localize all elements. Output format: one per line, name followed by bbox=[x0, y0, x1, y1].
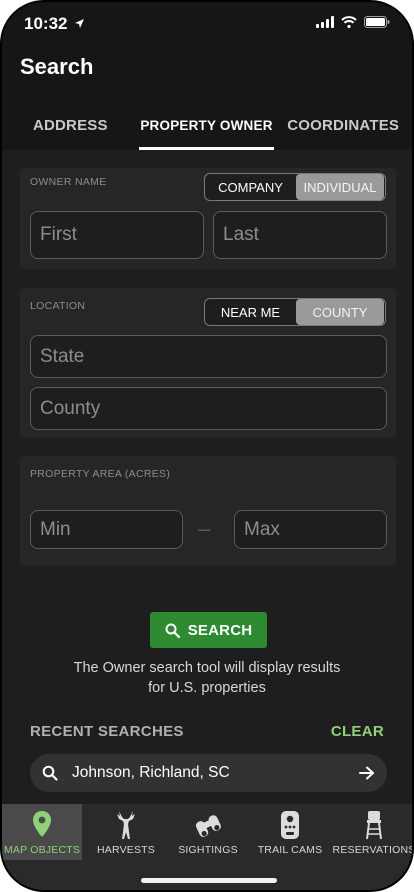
trail-camera-icon bbox=[281, 811, 299, 839]
nav-label: RESERVATIONS bbox=[332, 844, 414, 856]
property-area-label: PROPERTY AREA (ACRES) bbox=[30, 468, 171, 480]
tab-coordinates[interactable]: COORDINATES bbox=[274, 104, 412, 150]
location-arrow-icon bbox=[75, 19, 85, 28]
nav-trail-cams[interactable]: TRAIL CAMS bbox=[250, 804, 330, 860]
wifi-icon bbox=[341, 16, 357, 28]
arrow-right-icon bbox=[359, 766, 374, 780]
nav-reservations[interactable]: RESERVATIONS bbox=[332, 804, 414, 860]
binoculars-icon bbox=[195, 815, 221, 837]
max-acres-input[interactable]: Max bbox=[234, 510, 387, 549]
search-button[interactable]: SEARCH bbox=[150, 612, 267, 648]
header: Search ADDRESS PROPERTY OWNER COORDINATE… bbox=[2, 46, 412, 150]
cellular-signal-icon bbox=[316, 16, 334, 28]
search-tabs: ADDRESS PROPERTY OWNER COORDINATES bbox=[2, 104, 412, 150]
battery-icon bbox=[364, 16, 390, 28]
info-line-1: The Owner search tool will display resul… bbox=[73, 660, 341, 676]
owner-name-label: OWNER NAME bbox=[30, 176, 107, 188]
owner-name-card: OWNER NAME COMPANY INDIVIDUAL First Last bbox=[20, 168, 396, 269]
individual-option[interactable]: INDIVIDUAL bbox=[296, 174, 384, 200]
search-icon bbox=[165, 623, 180, 638]
nav-label: MAP OBJECTS bbox=[3, 844, 81, 856]
recent-search-item[interactable]: Johnson, Richland, SC bbox=[30, 754, 387, 792]
location-card: LOCATION NEAR ME COUNTY State County bbox=[20, 288, 396, 438]
tree-stand-icon bbox=[366, 811, 382, 840]
clear-recent-button[interactable]: CLEAR bbox=[331, 723, 384, 740]
status-icons bbox=[316, 16, 390, 28]
owner-search-info: The Owner search tool will display resul… bbox=[2, 658, 412, 698]
recent-searches-title: RECENT SEARCHES bbox=[30, 723, 184, 740]
tab-address[interactable]: ADDRESS bbox=[2, 104, 139, 150]
nav-label: SIGHTINGS bbox=[178, 844, 238, 856]
nav-label: HARVESTS bbox=[96, 844, 155, 856]
state-input[interactable]: State bbox=[30, 335, 387, 378]
near-me-option[interactable]: NEAR ME bbox=[205, 299, 296, 325]
deer-icon bbox=[117, 811, 135, 839]
page-title: Search bbox=[20, 54, 94, 79]
nav-sightings[interactable]: SIGHTINGS bbox=[168, 804, 248, 860]
company-option[interactable]: COMPANY bbox=[205, 174, 296, 200]
status-bar: 10:32 bbox=[2, 2, 412, 46]
search-icon bbox=[42, 765, 58, 781]
first-name-input[interactable]: First bbox=[30, 211, 204, 259]
last-name-input[interactable]: Last bbox=[213, 211, 387, 259]
recent-search-text: Johnson, Richland, SC bbox=[72, 764, 230, 781]
location-label: LOCATION bbox=[30, 300, 86, 312]
info-line-2: for U.S. properties bbox=[148, 680, 266, 696]
nav-label: TRAIL CAMS bbox=[257, 844, 323, 856]
property-area-card: PROPERTY AREA (ACRES) Min – Max bbox=[20, 456, 396, 566]
search-button-label: SEARCH bbox=[187, 621, 253, 639]
nav-harvests[interactable]: HARVESTS bbox=[86, 804, 166, 860]
status-time: 10:32 bbox=[24, 14, 85, 34]
county-input[interactable]: County bbox=[30, 387, 387, 430]
min-acres-input[interactable]: Min bbox=[30, 510, 183, 549]
owner-type-toggle: COMPANY INDIVIDUAL bbox=[204, 173, 386, 201]
tab-property-owner[interactable]: PROPERTY OWNER bbox=[138, 104, 275, 150]
map-pin-icon bbox=[33, 811, 51, 837]
home-indicator bbox=[141, 878, 277, 883]
search-form: OWNER NAME COMPANY INDIVIDUAL First Last… bbox=[2, 150, 412, 804]
location-mode-toggle: NEAR ME COUNTY bbox=[204, 298, 386, 326]
range-separator: – bbox=[198, 516, 211, 541]
county-option[interactable]: COUNTY bbox=[296, 299, 384, 325]
nav-map-objects[interactable]: MAP OBJECTS bbox=[2, 804, 82, 860]
phone-screen: 10:32 Search ADDRESS PROPERTY OWNER COOR… bbox=[0, 0, 414, 892]
